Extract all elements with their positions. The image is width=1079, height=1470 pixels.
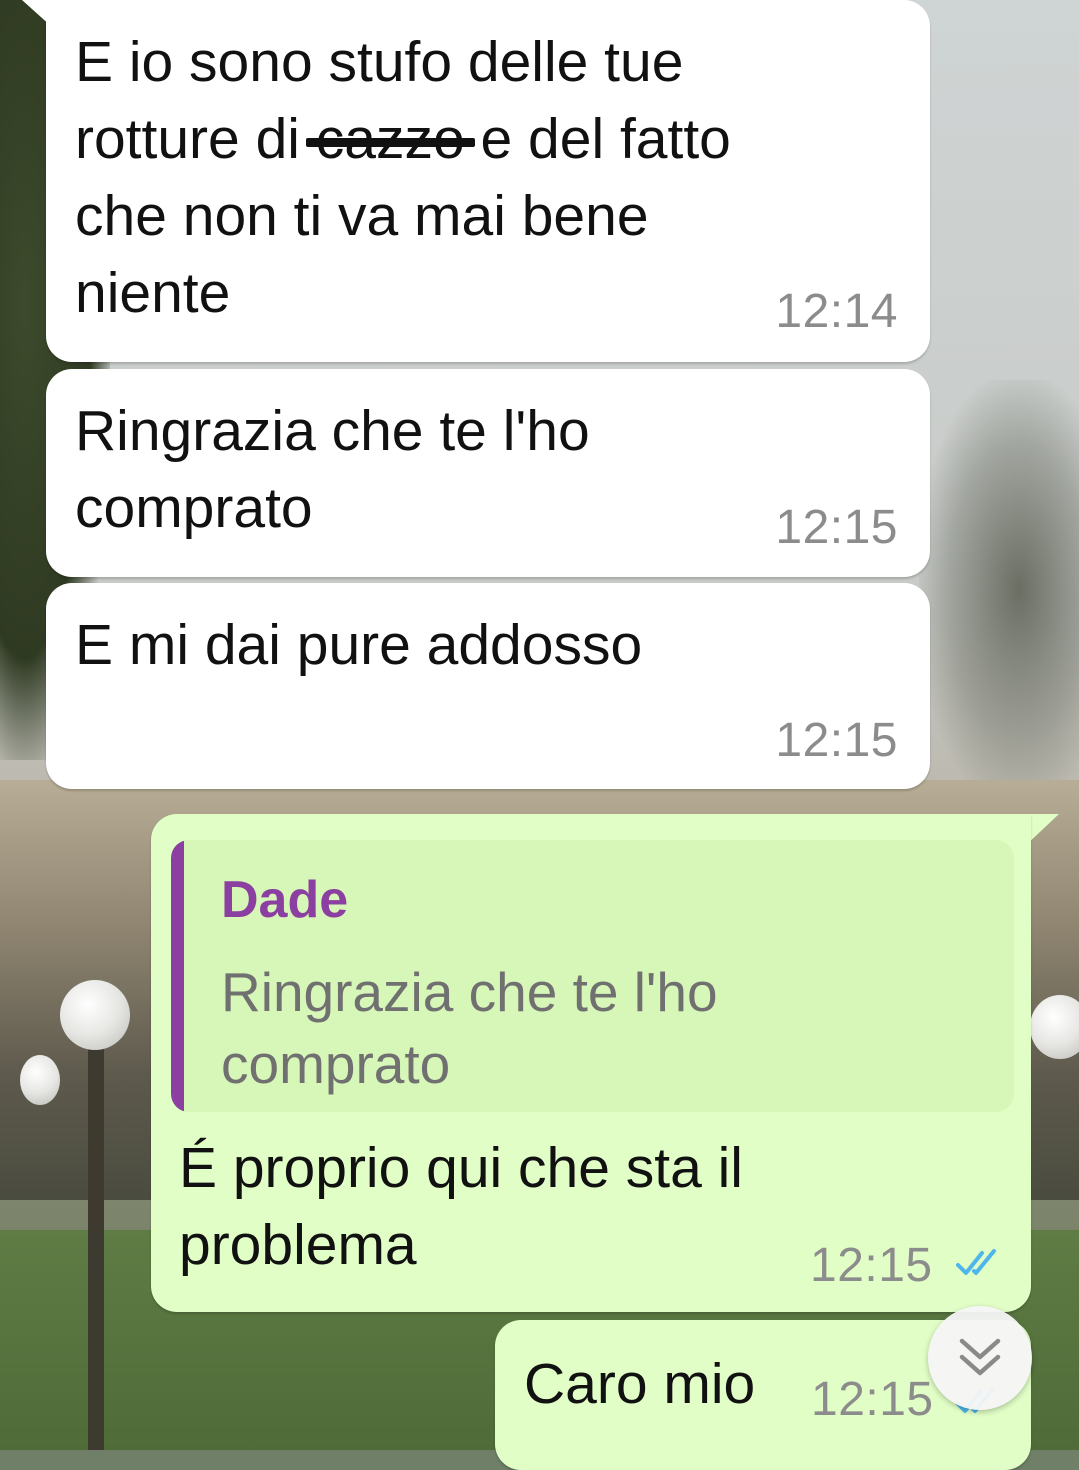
chevron-double-down-icon — [959, 1338, 1001, 1376]
double-check-icon — [956, 1249, 996, 1275]
quote-author: Dade — [221, 871, 349, 929]
incoming-message[interactable]: E mi dai pure addosso 12:15 — [46, 583, 930, 789]
message-time: 12:14 — [775, 285, 898, 338]
message-text: É proprio qui che sta il problema — [179, 1136, 743, 1277]
redacted-word: cazzo — [305, 101, 475, 178]
outgoing-message[interactable]: Dade Ringrazia che te l'ho comprato É pr… — [151, 814, 1031, 1312]
message-time: 12:15 — [811, 1373, 934, 1426]
message-time: 12:15 — [810, 1239, 933, 1292]
message-text: E io sono stufo delle tue rotture di caz… — [75, 24, 731, 332]
message-list[interactable]: E io sono stufo delle tue rotture di caz… — [0, 0, 1079, 1470]
incoming-message[interactable]: E io sono stufo delle tue rotture di caz… — [22, 0, 930, 362]
incoming-message[interactable]: Ringrazia che te l'ho comprato 12:15 — [46, 369, 930, 577]
quote-text: Ringrazia che te l'ho comprato — [221, 961, 718, 1095]
scroll-to-bottom-button[interactable] — [928, 1306, 1032, 1410]
quoted-message[interactable]: Dade Ringrazia che te l'ho comprato — [171, 840, 1014, 1112]
message-time: 12:15 — [775, 714, 898, 767]
message-time: 12:15 — [775, 501, 898, 554]
message-text: Caro mio — [524, 1352, 756, 1416]
message-text: E mi dai pure addosso — [75, 613, 643, 677]
quote-accent-bar — [171, 840, 184, 1112]
message-text: Ringrazia che te l'ho comprato — [75, 399, 590, 540]
bubble-tail — [22, 0, 62, 36]
